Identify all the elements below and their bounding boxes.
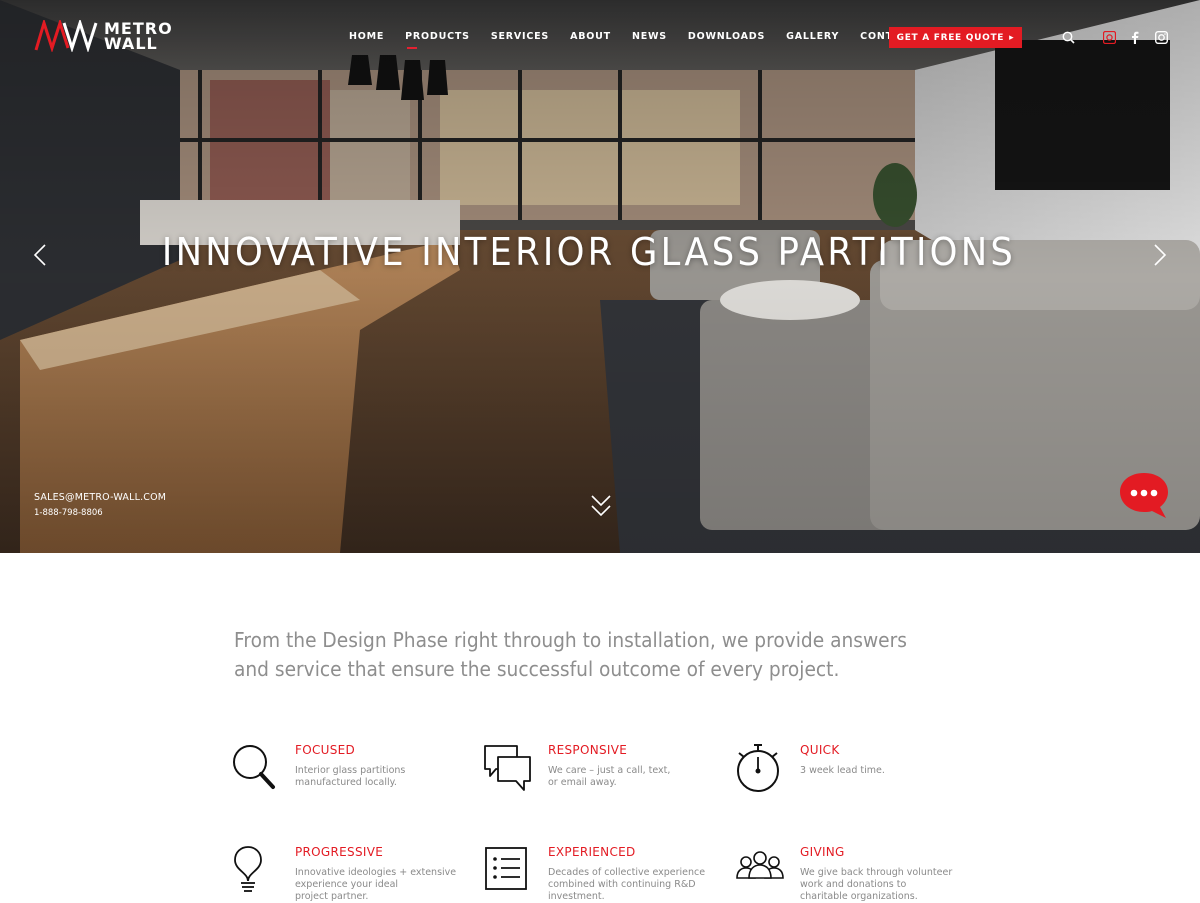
- facebook-icon[interactable]: [1127, 29, 1143, 45]
- feature-description: We care – just a call, text, or email aw…: [548, 765, 671, 788]
- hero-office-photo: [0, 0, 1200, 553]
- feature-title: FOCUSED: [295, 743, 356, 757]
- feature-title: GIVING: [800, 845, 845, 859]
- hero-headline: INNOVATIVE INTERIOR GLASS PARTITIONS: [161, 230, 1017, 274]
- feature-description: 3 week lead time.: [800, 765, 885, 776]
- people-icon: [736, 851, 784, 879]
- nav-products[interactable]: PRODUCTS: [405, 31, 470, 49]
- nav-home[interactable]: HOME: [349, 31, 384, 42]
- hero-contact-info: SALES@METRO-WALL.COM 1-888-798-8806: [34, 492, 166, 518]
- feature-description: We give back through volunteer work and …: [800, 867, 953, 902]
- slider-prev-arrow-icon[interactable]: [33, 243, 47, 267]
- intro-statement: From the Design Phase right through to i…: [234, 628, 907, 681]
- checklist-icon: [485, 847, 527, 890]
- brand-name: METRO WALL: [104, 21, 173, 53]
- nav-services[interactable]: SERVICES: [491, 31, 549, 42]
- cta-arrow-icon: ▸: [1009, 32, 1015, 43]
- feature-title: PROGRESSIVE: [295, 845, 384, 859]
- magnifier-icon: [233, 745, 275, 789]
- slider-next-arrow-icon[interactable]: [1153, 243, 1167, 267]
- nav-about[interactable]: ABOUT: [570, 31, 611, 42]
- nav-news[interactable]: NEWS: [632, 31, 667, 42]
- feature-title: EXPERIENCED: [548, 845, 636, 859]
- nav-downloads[interactable]: DOWNLOADS: [688, 31, 765, 42]
- metro-wall-logo-mark: [34, 20, 98, 52]
- chat-bubble-icon[interactable]: [1117, 470, 1171, 522]
- feature-title: RESPONSIVE: [548, 743, 628, 757]
- get-free-quote-button[interactable]: GET A FREE QUOTE ▸: [889, 27, 1022, 48]
- stopwatch-icon: [737, 744, 779, 792]
- feature-title: QUICK: [800, 743, 840, 757]
- scroll-down-chevron-icon[interactable]: [590, 492, 612, 520]
- feature-description: Interior glass partitions manufactured l…: [295, 765, 406, 788]
- instagram-icon[interactable]: [1153, 29, 1169, 45]
- cta-label: GET A FREE QUOTE: [896, 32, 1005, 43]
- lightbulb-icon: [234, 846, 262, 892]
- hero-slider: METRO WALL HOME PRODUCTS SERVICES ABOUT …: [0, 0, 1200, 553]
- search-icon[interactable]: [1060, 29, 1076, 45]
- nav-gallery[interactable]: GALLERY: [786, 31, 839, 42]
- google-plus-icon[interactable]: [1101, 29, 1117, 45]
- speech-bubbles-icon: [484, 745, 531, 791]
- sales-phone-link[interactable]: 1-888-798-8806: [34, 508, 166, 518]
- brand-line-2: WALL: [104, 34, 158, 53]
- main-navigation: HOME PRODUCTS SERVICES ABOUT NEWS DOWNLO…: [349, 31, 936, 49]
- brand-logo[interactable]: METRO WALL: [34, 20, 173, 52]
- feature-description: Innovative ideologies + extensive experi…: [295, 867, 457, 902]
- sales-email-link[interactable]: SALES@METRO-WALL.COM: [34, 492, 166, 503]
- feature-description: Decades of collective experience combine…: [548, 867, 706, 902]
